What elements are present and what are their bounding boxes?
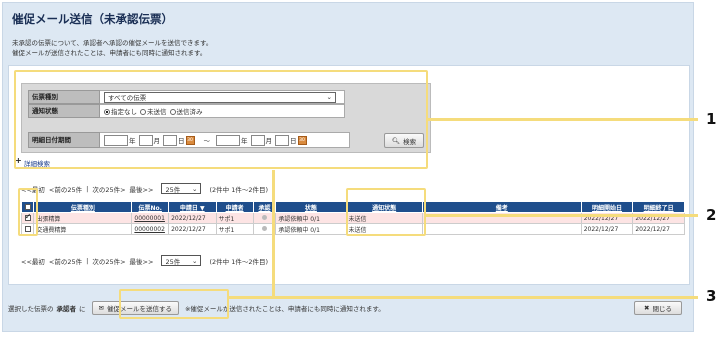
col-applicant[interactable]: 申請者 (215, 201, 254, 213)
calendar-icon[interactable]: 30 (297, 135, 307, 145)
page-description: 未承認の伝票について、承認者へ承認の催促メールを送信できます。 催促メールが送信… (12, 38, 212, 58)
per-page-select[interactable]: 25件 ⌄ (161, 183, 202, 194)
date-range-separator: 〜 (203, 137, 211, 145)
send-reminder-button[interactable]: ✉ 催促メールを送信する (91, 301, 179, 315)
col-state[interactable]: 状態 (275, 201, 347, 213)
radio-sent[interactable]: 送信済み (169, 106, 203, 116)
pager-count: (2件中 1件〜2件目) (209, 185, 268, 194)
radio-off-icon (169, 109, 176, 115)
callout-line-1 (428, 118, 698, 121)
callout-line-2 (426, 214, 698, 217)
checkbox-checked-icon[interactable] (24, 212, 31, 221)
pager-next[interactable]: 次の25件> (92, 184, 125, 194)
calendar-icon[interactable]: 30 (185, 135, 195, 145)
notify-status-label: 通知状態 (28, 104, 100, 118)
notify-status-row: 通知状態 指定なし 未送信 送信済み (28, 104, 345, 118)
pager-top: <<最初 <前の25件 | 次の25件> 最後>> 25件 ⌄ (2件中 1件〜2… (21, 183, 268, 194)
pager-last[interactable]: 最後>> (130, 256, 154, 266)
description-line-2: 催促メールが送信されたことは、申請者にも同時に通知されます。 (12, 49, 207, 57)
approval-dot-icon (262, 225, 267, 231)
callout-number-2: 2 (706, 206, 717, 224)
close-icon: ✖ (644, 304, 650, 312)
chevron-down-icon: ⌄ (192, 256, 198, 265)
description-line-1: 未承認の伝票について、承認者へ承認の催促メールを送信できます。 (12, 39, 213, 47)
slip-type-select[interactable]: すべての伝票 ⌄ (104, 91, 336, 103)
from-year-input[interactable] (104, 134, 128, 146)
from-day-input[interactable] (163, 134, 177, 146)
content-area: 伝票種別 すべての伝票 ⌄ 通知状態 指定なし 未送信 送信済み 明細日付期間 (8, 65, 690, 285)
callout-number-3: 3 (706, 287, 717, 305)
pager-bottom: <<最初 <前の25件 | 次の25件> 最後>> 25件 ⌄ (2件中 1件〜2… (21, 255, 268, 266)
per-page-select[interactable]: 25件 ⌄ (161, 255, 202, 266)
chevron-down-icon: ⌄ (192, 184, 198, 193)
table-row[interactable]: 交通費精算 00000002 2022/12/27 サポ1 承認依頼中 0/1 … (20, 223, 685, 235)
from-month-input[interactable] (138, 134, 153, 146)
page-title: 催促メール送信（未承認伝票） (12, 12, 173, 26)
slip-type-value: すべての伝票 (108, 94, 147, 102)
search-button[interactable]: 🔍︎ 検索 (384, 133, 424, 148)
date-range-row: 明細日付期間 年 月 日 30 〜 年 月 日 30 (28, 132, 350, 148)
col-start-date[interactable]: 明細開始日 (580, 201, 634, 213)
pager-first[interactable]: <<最初 (21, 184, 45, 194)
detail-search-link[interactable]: 詳細検索 (24, 158, 50, 168)
slip-type-label: 伝票種別 (28, 90, 100, 104)
pager-last[interactable]: 最後>> (130, 184, 154, 194)
radio-unsent[interactable]: 未送信 (140, 106, 167, 116)
pager-first[interactable]: <<最初 (21, 256, 45, 266)
col-slip-type[interactable]: 伝票種別 (33, 201, 133, 213)
approval-dot-icon (262, 214, 267, 220)
checkbox-icon (24, 203, 31, 210)
chevron-down-icon: ⌄ (326, 93, 332, 101)
to-day-input[interactable] (275, 134, 289, 146)
callout-line-3 (229, 296, 698, 299)
pager-prev[interactable]: <前の25件 (49, 184, 82, 194)
footer-note: ※催促メールが送信されたことは、申請者にも同時に通知されます。 (184, 305, 385, 313)
slip-no-link[interactable]: 00000002 (131, 223, 170, 235)
search-icon: 🔍︎ (391, 136, 401, 145)
plus-icon[interactable]: + (15, 157, 22, 165)
mail-icon: ✉ (98, 304, 104, 312)
slip-no-link[interactable]: 00000001 (131, 212, 170, 224)
pager-next[interactable]: 次の25件> (92, 256, 125, 266)
search-form: 伝票種別 すべての伝票 ⌄ 通知状態 指定なし 未送信 送信済み 明細日付期間 (21, 83, 431, 153)
slip-table: 伝票種別 伝票No. 申請日 ▼ 申請者 承認 状態 通知状態 備考 明細開始日… (20, 201, 685, 235)
pager-count: (2件中 1件〜2件目) (209, 257, 268, 266)
radio-off-icon (140, 109, 146, 115)
checkbox-icon[interactable] (24, 225, 31, 232)
col-notify-status[interactable]: 通知状態 (345, 201, 423, 213)
col-slip-no[interactable]: 伝票No. (131, 201, 170, 213)
approver-label: 承認者 (56, 305, 77, 313)
callout-connector (272, 170, 275, 298)
callout-number-1: 1 (706, 110, 717, 128)
to-year-input[interactable] (216, 134, 240, 146)
slip-type-row: 伝票種別 すべての伝票 ⌄ (28, 90, 345, 104)
col-end-date[interactable]: 明細終了日 (632, 201, 685, 213)
pager-prev[interactable]: <前の25件 (49, 256, 82, 266)
close-button[interactable]: ✖ 閉じる (634, 301, 682, 315)
col-note[interactable]: 備考 (421, 201, 582, 213)
col-apply-date[interactable]: 申請日 ▼ (168, 201, 217, 213)
to-month-input[interactable] (250, 134, 265, 146)
detail-date-label: 明細日付期間 (28, 132, 100, 148)
radio-on-icon (104, 109, 110, 115)
dialog-panel: 催促メール送信（未承認伝票） 未承認の伝票について、承認者へ承認の催促メールを送… (2, 2, 694, 332)
radio-unspecified[interactable]: 指定なし (104, 106, 137, 116)
